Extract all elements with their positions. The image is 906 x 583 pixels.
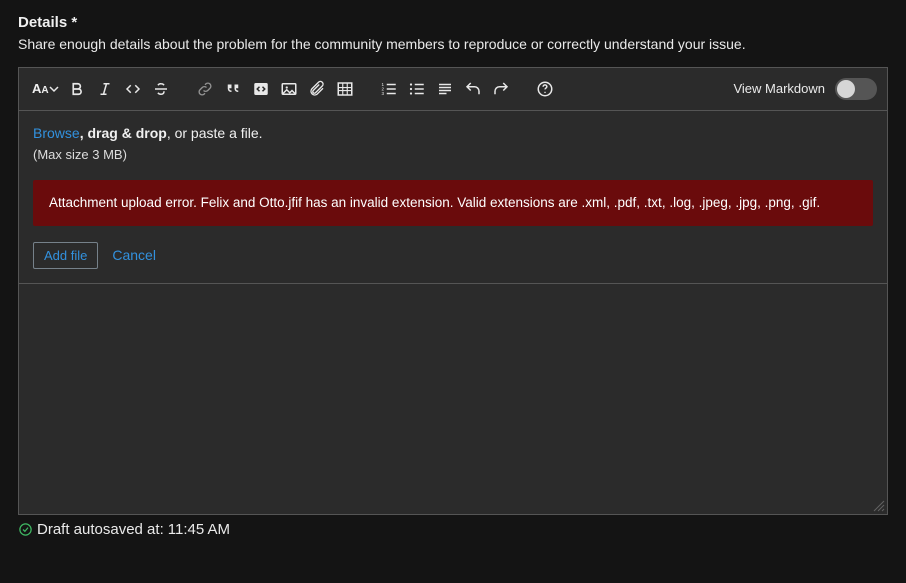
help-button[interactable] — [532, 76, 558, 102]
autosave-status: Draft autosaved at: 11:45 AM — [18, 515, 888, 538]
upload-instructions: Browse, drag & drop, or paste a file. — [33, 125, 873, 141]
autosave-time: 11:45 AM — [168, 521, 230, 538]
upload-button-row: Add file Cancel — [33, 242, 873, 269]
resize-handle-icon[interactable] — [873, 500, 885, 512]
section-subtitle: Share enough details about the problem f… — [18, 35, 888, 55]
chevron-down-icon — [49, 84, 59, 94]
editor-toolbar: AA — [19, 68, 887, 111]
strikethrough-button[interactable] — [148, 76, 174, 102]
drag-drop-text: , drag & drop — [80, 125, 167, 141]
table-button[interactable] — [332, 76, 358, 102]
bold-button[interactable] — [64, 76, 90, 102]
paragraph-button[interactable] — [432, 76, 458, 102]
redo-button[interactable] — [488, 76, 514, 102]
undo-button[interactable] — [460, 76, 486, 102]
toolbar-group-text: AA — [29, 76, 174, 102]
image-button[interactable] — [276, 76, 302, 102]
quote-button[interactable] — [220, 76, 246, 102]
toolbar-group-help — [532, 76, 558, 102]
browse-link[interactable]: Browse — [33, 125, 80, 141]
attachment-button[interactable] — [304, 76, 330, 102]
unordered-list-icon — [408, 80, 426, 98]
view-markdown-label: View Markdown — [733, 81, 825, 96]
editor-container: AA — [18, 67, 888, 515]
editor-textarea[interactable] — [19, 284, 887, 514]
upload-area[interactable]: Browse, drag & drop, or paste a file. (M… — [19, 111, 887, 284]
quote-icon — [224, 80, 242, 98]
toolbar-group-lists: 123 — [376, 76, 514, 102]
cancel-button[interactable]: Cancel — [112, 247, 156, 263]
table-icon — [336, 80, 354, 98]
code-block-icon — [252, 80, 270, 98]
ordered-list-button[interactable]: 123 — [376, 76, 402, 102]
link-button[interactable] — [192, 76, 218, 102]
italic-button[interactable] — [92, 76, 118, 102]
view-markdown-toggle[interactable] — [835, 78, 877, 100]
max-size-text: (Max size 3 MB) — [33, 147, 873, 162]
help-icon — [536, 80, 554, 98]
unordered-list-button[interactable] — [404, 76, 430, 102]
code-block-button[interactable] — [248, 76, 274, 102]
image-icon — [280, 80, 298, 98]
autosave-prefix: Draft autosaved at: — [37, 521, 164, 538]
undo-icon — [464, 80, 482, 98]
font-size-dropdown[interactable]: AA — [29, 76, 62, 102]
toolbar-group-insert — [192, 76, 358, 102]
attachment-icon — [308, 80, 326, 98]
svg-text:3: 3 — [381, 91, 384, 96]
paste-text: , or paste a file. — [167, 125, 263, 141]
strikethrough-icon — [152, 80, 170, 98]
section-title: Details * — [18, 14, 888, 31]
paragraph-icon — [436, 80, 454, 98]
link-icon — [196, 80, 214, 98]
code-icon — [124, 80, 142, 98]
add-file-button[interactable]: Add file — [33, 242, 98, 269]
redo-icon — [492, 80, 510, 98]
italic-icon — [96, 80, 114, 98]
check-circle-icon — [18, 522, 33, 537]
bold-icon — [68, 80, 86, 98]
upload-error-message: Attachment upload error. Felix and Otto.… — [33, 180, 873, 226]
code-button[interactable] — [120, 76, 146, 102]
ordered-list-icon: 123 — [380, 80, 398, 98]
